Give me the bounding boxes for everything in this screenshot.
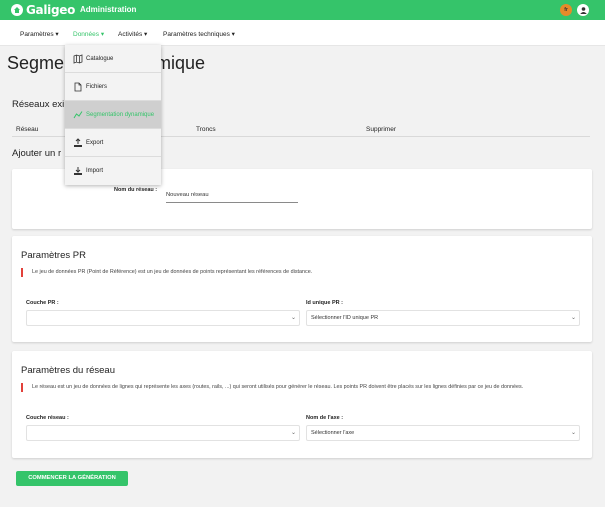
user-avatar-icon[interactable] [577, 4, 589, 16]
top-bar: Galigeo Administration fr [0, 0, 605, 20]
network-name-input[interactable]: Nouveau réseau [166, 187, 298, 203]
home-icon[interactable] [11, 4, 23, 16]
dropdown-item-label: Import [86, 168, 104, 174]
existing-networks-heading: Réseaux exi [12, 99, 65, 110]
network-layer-label: Couche réseau : [26, 415, 69, 421]
column-troncs: Troncs [196, 126, 216, 133]
column-supprimer: Supprimer [366, 126, 396, 133]
menu-parametres[interactable]: Paramètres ▾ [20, 30, 59, 38]
menu-parametres-techniques[interactable]: Paramètres techniques ▾ [163, 30, 235, 38]
axis-name-select[interactable]: Sélectionner l'axe ⌄ [306, 425, 580, 441]
file-icon [74, 82, 82, 92]
dropdown-item-catalogue[interactable]: Catalogue [65, 45, 161, 73]
axis-name-value: Sélectionner l'axe [311, 430, 355, 436]
chevron-down-icon: ⌄ [290, 430, 296, 436]
dropdown-item-label: Segmentation dynamique [86, 112, 155, 118]
menu-activites[interactable]: Activités ▾ [118, 30, 147, 38]
app-logo[interactable]: Galigeo [26, 3, 75, 17]
axis-name-label: Nom de l'axe : [306, 415, 344, 421]
dropdown-item-export[interactable]: Export [65, 129, 161, 157]
line-chart-icon [73, 111, 83, 119]
pr-note: Le jeu de données PR (Point de Référence… [21, 268, 312, 277]
menu-donnees[interactable]: Données ▾ [73, 30, 104, 38]
donnees-dropdown: Catalogue Fichiers Segmentation dynamiqu… [65, 45, 161, 185]
chevron-down-icon: ⌄ [570, 315, 576, 321]
import-icon [74, 167, 82, 175]
page-title-right: mique [156, 53, 206, 73]
pr-id-label: Id unique PR : [306, 300, 343, 306]
dropdown-item-fichiers[interactable]: Fichiers [65, 73, 161, 101]
map-icon [73, 54, 83, 64]
page-title-left: Segmen [7, 53, 75, 73]
chevron-down-icon: ⌄ [570, 430, 576, 436]
export-icon [74, 138, 82, 147]
network-parameters-heading: Paramètres du réseau [21, 365, 115, 376]
dropdown-item-label: Catalogue [86, 56, 114, 62]
language-flag-icon[interactable]: fr [560, 4, 572, 16]
add-network-heading: Ajouter un r [12, 148, 62, 159]
pr-id-value: Sélectionner l'ID unique PR [311, 315, 379, 321]
column-reseau: Réseau [16, 126, 39, 133]
dropdown-item-segmentation[interactable]: Segmentation dynamique [65, 101, 161, 129]
dropdown-item-label: Fichiers [86, 84, 108, 90]
app-title: Administration [80, 5, 137, 14]
network-note: Le réseau est un jeu de données de ligne… [21, 383, 523, 392]
start-generation-button[interactable]: COMMENCER LA GÉNÉRATION [16, 471, 128, 486]
pr-parameters-heading: Paramètres PR [21, 250, 86, 261]
pr-layer-label: Couche PR : [26, 300, 59, 306]
pr-id-select[interactable]: Sélectionner l'ID unique PR ⌄ [306, 310, 580, 326]
pr-layer-select[interactable]: ⌄ [26, 310, 300, 326]
dropdown-item-import[interactable]: Import [65, 157, 161, 185]
network-name-label: Nom du réseau : [114, 187, 158, 193]
network-parameters-card: Paramètres du réseau Le réseau est un je… [12, 351, 592, 458]
dropdown-item-label: Export [86, 140, 104, 146]
pr-parameters-card: Paramètres PR Le jeu de données PR (Poin… [12, 236, 592, 342]
chevron-down-icon: ⌄ [290, 315, 296, 321]
main-menu: Paramètres ▾ Données ▾ Activités ▾ Param… [0, 20, 605, 46]
network-name-value: Nouveau réseau [166, 192, 209, 198]
network-layer-select[interactable]: ⌄ [26, 425, 300, 441]
